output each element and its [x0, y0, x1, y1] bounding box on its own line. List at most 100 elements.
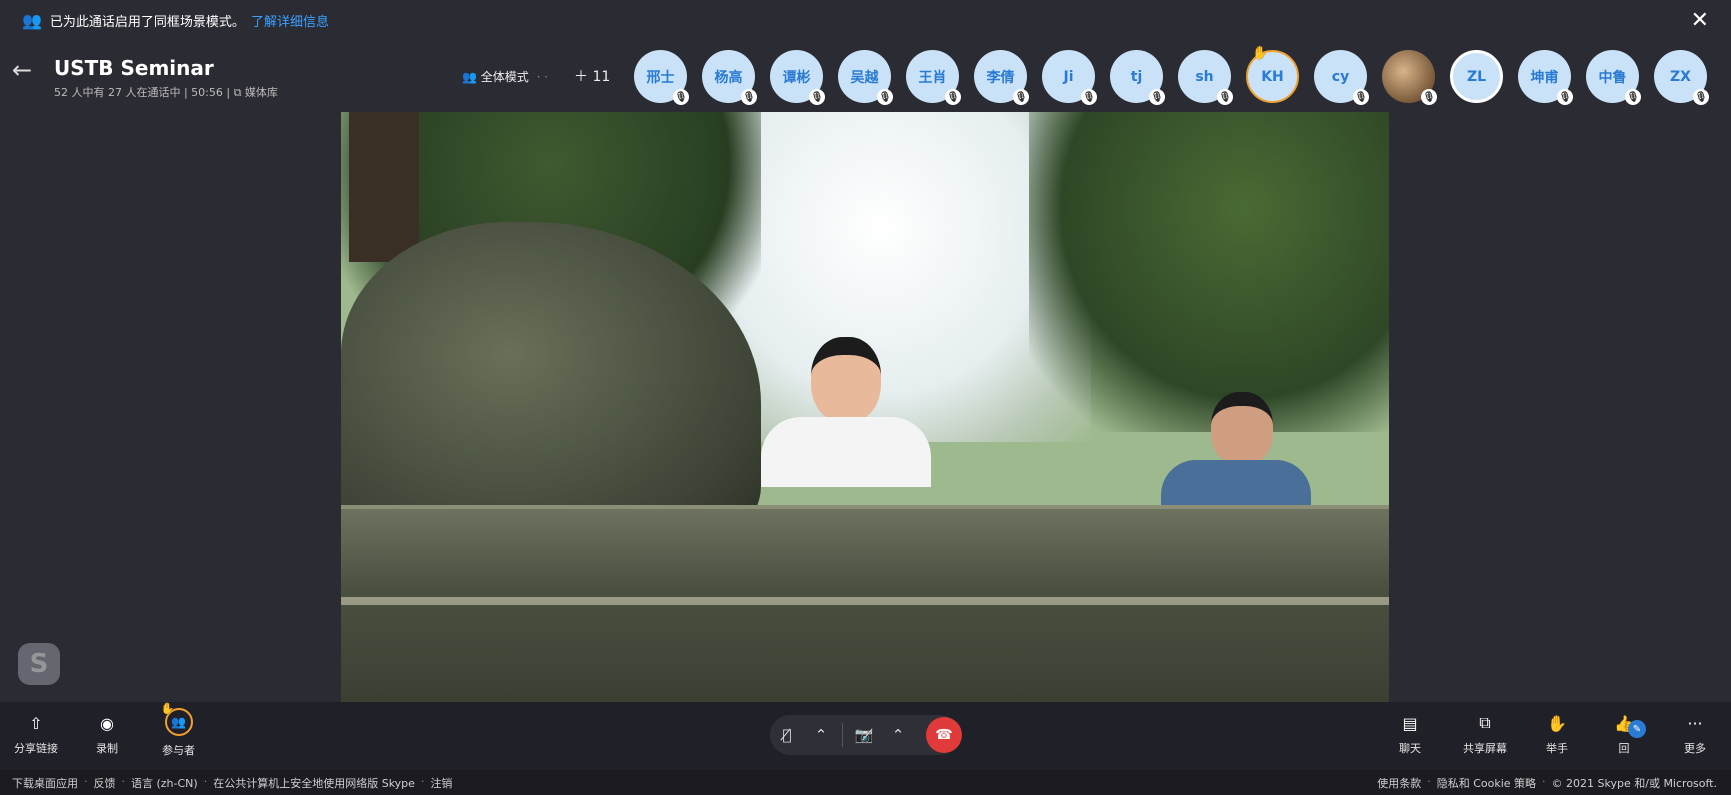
edit-badge-icon: ✎ [1627, 720, 1646, 738]
camera-options-chevron-icon[interactable]: ⌃ [881, 726, 915, 744]
participants-label: 参与者 [162, 744, 195, 757]
raise-hand-button[interactable]: ✋ 举手 [1546, 712, 1568, 756]
learn-more-link[interactable]: 了解详细信息 [251, 11, 329, 30]
separator-dot: · [203, 774, 208, 788]
participant-initials: 谭彬 [782, 69, 811, 86]
participant-initials: 吴越 [850, 69, 879, 86]
participant-avatar[interactable]: cy 🎙 [1314, 50, 1369, 105]
footer-left-links: 下载桌面应用 · 反馈 · 语言 (zh-CN) · 在公共计算机上安全地使用网络版 Sky… [12, 775, 452, 791]
separator-dot: · [1427, 774, 1431, 788]
ledge-edge [341, 505, 1389, 509]
share-link-button[interactable]: ⇧ 分享链接 [14, 712, 58, 756]
call-toolbar: ⇧ 分享链接 ◉ 录制 ✋ 👥 参与者 🎙̸ ⌃ 📷̸ ⌃ ☎ ▤ 聊天 ⧉ 共享… [0, 702, 1731, 770]
mic-options-chevron-icon[interactable]: ⌃ [804, 726, 838, 744]
record-button[interactable]: ◉ 录制 [96, 712, 118, 756]
hangup-button[interactable]: ☎ [926, 717, 962, 753]
more-participants-count: 11 [592, 69, 611, 85]
footer-link[interactable]: 隐私和 Cookie 策略 [1437, 775, 1536, 791]
footer-link[interactable]: 语言 (zh-CN) [131, 775, 198, 791]
plus-icon: ＋ [574, 69, 588, 85]
hangup-icon: ☎ [935, 727, 953, 743]
share-screen-label: 共享屏幕 [1463, 742, 1507, 755]
participant-video-2 [1161, 392, 1311, 510]
call-status[interactable]: 52 人中有 27 人在通话中 | 50:56 | ⧉ 媒体库 [54, 84, 278, 100]
view-mode-label: 全体模式 [480, 70, 529, 84]
skype-logo-icon: S [18, 643, 60, 685]
participant-initials: ZX [1670, 68, 1691, 85]
mic-off-icon: 🎙 [1625, 89, 1641, 105]
mic-off-icon: 🎙 [1353, 89, 1369, 105]
footer-link[interactable]: 反馈 [94, 775, 116, 791]
more-participants-button[interactable]: ＋ 11 [574, 66, 610, 86]
participant-initials: 邢士 [646, 69, 675, 86]
footer-link[interactable]: 下载桌面应用 [12, 775, 78, 791]
thumbs-up-icon: 👍 ✎ [1614, 712, 1646, 738]
mic-off-icon: 🎙 [1013, 89, 1029, 105]
divider [842, 723, 843, 747]
share-link-label: 分享链接 [14, 742, 58, 755]
chat-label: 聊天 [1399, 742, 1421, 755]
participant-video-1 [761, 337, 931, 487]
participant-avatar[interactable]: ZL [1450, 50, 1503, 103]
people-icon: 👥 [462, 70, 477, 84]
participants-button[interactable]: ✋ 👥 参与者 [161, 702, 196, 758]
participant-avatar[interactable]: 中鲁 🎙 [1586, 50, 1641, 105]
participant-avatar[interactable]: 李倩 🎙 [974, 50, 1029, 105]
react-label: 回 [1618, 742, 1630, 755]
stone-step [341, 597, 1389, 605]
record-label: 录制 [96, 742, 118, 755]
participant-initials: 中鲁 [1598, 69, 1627, 86]
separator-dot: · [121, 774, 126, 788]
participant-avatar[interactable]: 邢士 🎙 [634, 50, 689, 105]
participant-avatar[interactable]: tj 🎙 [1110, 50, 1165, 105]
separator-dot: · [84, 774, 88, 788]
mic-off-icon: 🎙 [877, 89, 893, 105]
hand-icon: ✋ [1547, 713, 1567, 733]
separator-dot: · [420, 774, 425, 788]
footer-link[interactable]: © 2021 Skype 和/或 Microsoft. [1552, 775, 1717, 791]
participant-initials: 杨高 [714, 69, 743, 86]
more-icon: ··· [1687, 713, 1703, 733]
view-mode-button[interactable]: 👥 全体模式 · · [462, 68, 548, 85]
participant-avatar[interactable]: 坤甫 🎙 [1518, 50, 1573, 105]
video-stage [341, 112, 1389, 702]
raised-hand-icon: ✋ [1252, 46, 1269, 61]
call-controls: 🎙̸ ⌃ 📷̸ ⌃ ☎ [770, 715, 962, 755]
footer-link[interactable]: 在公共计算机上安全地使用网络版 Skype [213, 775, 415, 791]
participant-initials: 王肖 [918, 69, 947, 86]
participant-avatar[interactable]: KH ✋ [1246, 46, 1299, 103]
notice-bar: 👥 已为此通话启用了同框场景模式。 了解详细信息 ✕ [0, 0, 1731, 40]
participant-initials: 坤甫 [1530, 69, 1559, 86]
mic-off-icon: 🎙 [1149, 89, 1165, 105]
separator-dot: · [1542, 774, 1546, 788]
footer-right-links: 使用条款 · 隐私和 Cookie 策略 · © 2021 Skype 和/或 Micr… [1377, 775, 1717, 791]
participant-initials: KH [1261, 68, 1284, 85]
tree-trunk [349, 112, 419, 262]
share-screen-icon: ⧉ [1479, 713, 1491, 732]
close-icon[interactable]: ✕ [1691, 8, 1709, 33]
participant-avatar[interactable]: sh 🎙 [1178, 50, 1233, 105]
raised-hand-icon: ✋ [160, 702, 175, 715]
participant-initials: ZL [1466, 68, 1487, 85]
notice-text: 已为此通话启用了同框场景模式。 [49, 14, 245, 30]
footer-link[interactable]: 使用条款 [1377, 775, 1421, 791]
react-button[interactable]: 👍 ✎ 回 [1614, 712, 1646, 756]
page-title: USTB Seminar [54, 56, 214, 80]
participant-avatar[interactable]: 王肖 🎙 [906, 50, 961, 105]
participant-avatar[interactable]: Ji 🎙 [1042, 50, 1097, 105]
participant-avatar[interactable]: 杨高 🎙 [702, 50, 757, 105]
chat-button[interactable]: ▤ 聊天 [1399, 712, 1421, 756]
participant-avatar[interactable]: 吴越 🎙 [838, 50, 893, 105]
share-screen-button[interactable]: ⧉ 共享屏幕 [1463, 712, 1507, 756]
footer-link[interactable]: 注销 [430, 775, 452, 791]
camera-off-icon[interactable]: 📷̸ [847, 726, 881, 744]
more-button[interactable]: ··· 更多 [1684, 712, 1706, 756]
participants-icon: ✋ 👥 [161, 702, 193, 736]
back-arrow-icon[interactable]: ← [12, 56, 32, 84]
participant-avatar[interactable]: 谭彬 🎙 [770, 50, 825, 105]
mic-off-icon[interactable]: 🎙̸ [770, 726, 804, 744]
participant-avatar[interactable]: ZX 🎙 [1654, 50, 1709, 105]
mic-off-icon: 🎙 [1557, 89, 1573, 105]
participant-avatar[interactable]: 🎙 [1382, 50, 1437, 105]
participant-strip: 邢士 🎙 杨高 🎙 谭彬 🎙 吴越 🎙 王肖 🎙 李倩 🎙 Ji 🎙 tj 🎙 sh 🎙 KH ✋ cy 🎙 🎙 ZL 坤甫 🎙 中… [634, 46, 1709, 105]
